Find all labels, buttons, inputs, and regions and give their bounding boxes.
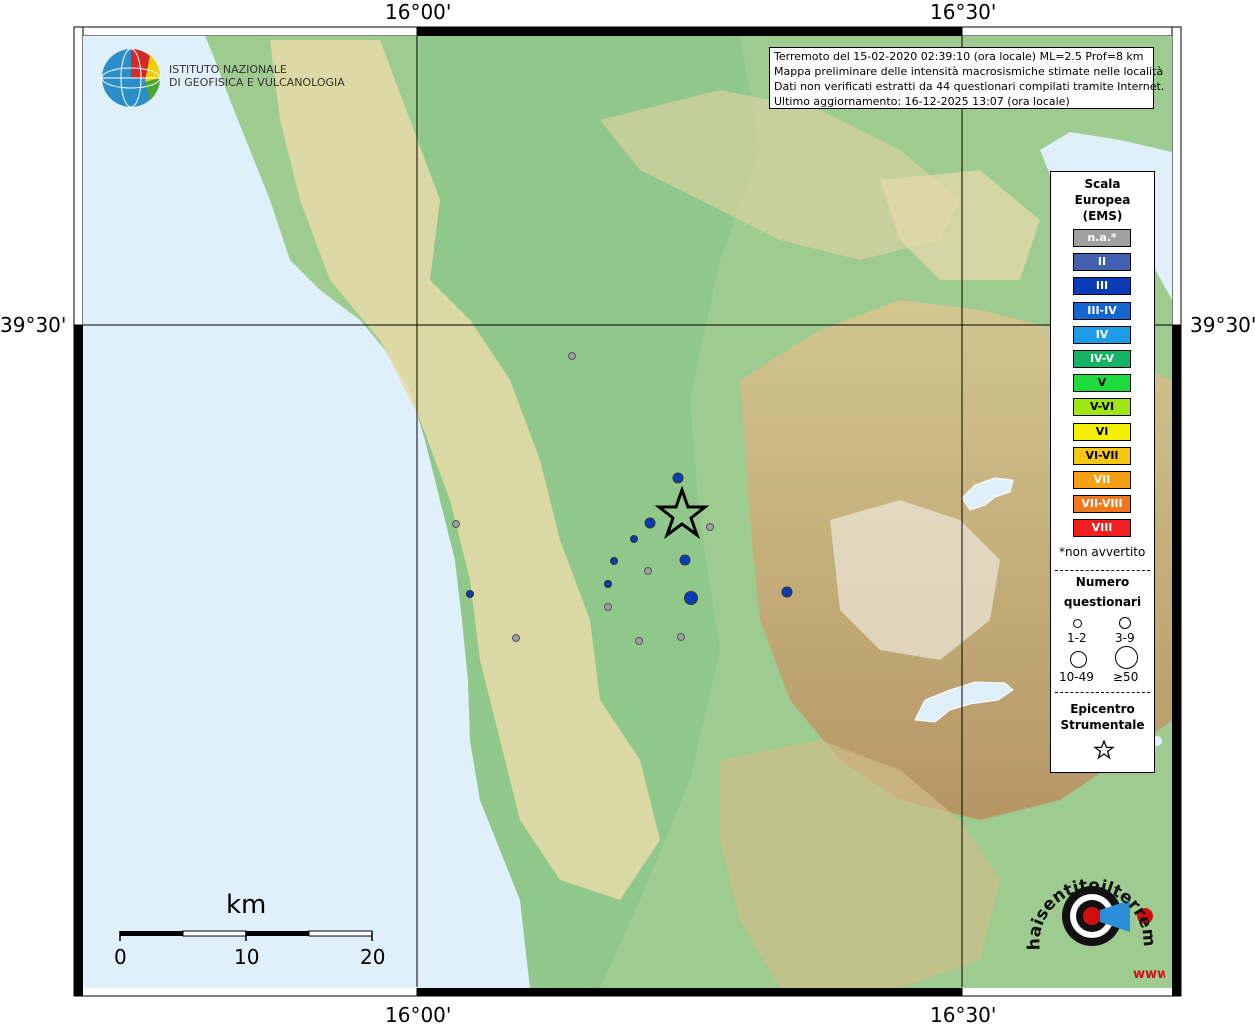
count-label-3-9: 3-9: [1115, 631, 1135, 645]
obs-point[interactable]: [630, 535, 638, 543]
legend-star-icon: [1094, 740, 1114, 760]
lon-label-bottom-16-30: 16°30': [930, 1003, 997, 1027]
scale-bar-title: km: [226, 890, 267, 920]
lat-label-right-39-30: 39°30': [1190, 313, 1255, 337]
ems-class-1: II: [1073, 253, 1131, 272]
count-title-2: questionari: [1063, 595, 1142, 609]
event-info-line2: Mappa preliminare delle intensità macros…: [774, 65, 1164, 78]
obs-point[interactable]: [512, 634, 520, 642]
haisentito-brand-label: haisentitoilterremoto.it: [1025, 850, 1159, 950]
legend-title-2: Europea: [1074, 193, 1131, 207]
obs-point[interactable]: [679, 554, 691, 566]
count-label-10-49: 10-49: [1059, 670, 1094, 684]
ems-class-7: V-VI: [1073, 398, 1131, 417]
obs-point[interactable]: [706, 523, 714, 531]
count-circle-3-9: [1119, 617, 1131, 629]
ems-class-6: V: [1073, 374, 1131, 393]
obs-point[interactable]: [604, 580, 612, 588]
ems-class-0: n.a.*: [1073, 229, 1131, 247]
ingv-line2: DI GEOFISICA E VULCANOLOGIA: [169, 76, 345, 89]
lon-label-bottom-16-00: 16°00': [385, 1003, 452, 1027]
ems-class-12: VIII: [1073, 519, 1131, 538]
ingv-line1: ISTITUTO NAZIONALE: [169, 63, 287, 76]
event-info-box: Terremoto del 15-02-2020 02:39:10 (ora l…: [769, 47, 1165, 109]
event-info-line1: Terremoto del 15-02-2020 02:39:10 (ora l…: [774, 50, 1144, 63]
ems-class-11: VII-VIII: [1073, 495, 1131, 514]
count-label-50: ≥50: [1113, 670, 1139, 684]
obs-point[interactable]: [610, 557, 618, 565]
ems-class-2: III: [1073, 277, 1131, 296]
obs-point[interactable]: [635, 637, 643, 645]
ems-class-4: IV: [1073, 325, 1131, 344]
lon-label-top-16-30: 16°30': [930, 0, 997, 24]
event-info-line3: Dati non verificati estratti da 44 quest…: [774, 80, 1165, 93]
obs-point[interactable]: [644, 517, 656, 529]
scale-tick-0: 0: [114, 945, 127, 969]
epicenter-title-1: Epicentro: [1070, 702, 1135, 716]
lon-label-top-16-00: 16°00': [385, 0, 452, 24]
count-circle-50: [1115, 646, 1138, 669]
ems-class-10: VII: [1073, 471, 1131, 489]
ems-class-8: VI: [1073, 422, 1131, 441]
ems-legend: Scala Europea (EMS) n.a.* II III III-IV IV IV…: [1050, 171, 1155, 773]
obs-point[interactable]: [672, 472, 684, 484]
obs-point[interactable]: [781, 586, 793, 598]
not-felt-note: *non avvertito: [1059, 545, 1146, 559]
lat-label-left-39-30: 39°30': [0, 313, 67, 337]
count-title-1: Numero: [1075, 575, 1130, 589]
ingv-name: ISTITUTO NAZIONALE DI GEOFISICA E VULCAN…: [169, 63, 345, 89]
count-label-1-2: 1-2: [1067, 631, 1087, 645]
scale-tick-20: 20: [360, 945, 386, 969]
obs-point[interactable]: [644, 567, 652, 575]
event-info-line4: Ultimo aggiornamento: 16-12-2025 13:07 (…: [774, 95, 1070, 108]
haisentito-brand-text: haisentitoilterremoto.it www.: [1025, 850, 1165, 982]
legend-title-3: (EMS): [1082, 209, 1123, 223]
scale-tick-10: 10: [234, 945, 260, 969]
count-circle-1-2: [1073, 619, 1082, 628]
obs-point[interactable]: [604, 603, 612, 611]
haisentito-www: www.: [1133, 967, 1165, 982]
obs-point[interactable]: [568, 352, 576, 360]
ems-class-5: IV-V: [1073, 350, 1131, 368]
ingv-logo-icon: [101, 48, 161, 108]
ems-class-9: VI-VII: [1073, 446, 1131, 465]
count-circle-10-49: [1070, 651, 1087, 668]
obs-point[interactable]: [684, 591, 698, 605]
obs-point[interactable]: [677, 633, 685, 641]
obs-point[interactable]: [452, 520, 460, 528]
svg-text:haisentitoilterremoto.it: haisentitoilterremoto.it: [1025, 850, 1159, 950]
obs-point[interactable]: [466, 590, 474, 598]
legend-title-1: Scala: [1084, 177, 1121, 191]
epicenter-title-2: Strumentale: [1060, 718, 1145, 732]
ems-class-3: III-IV: [1073, 301, 1131, 320]
